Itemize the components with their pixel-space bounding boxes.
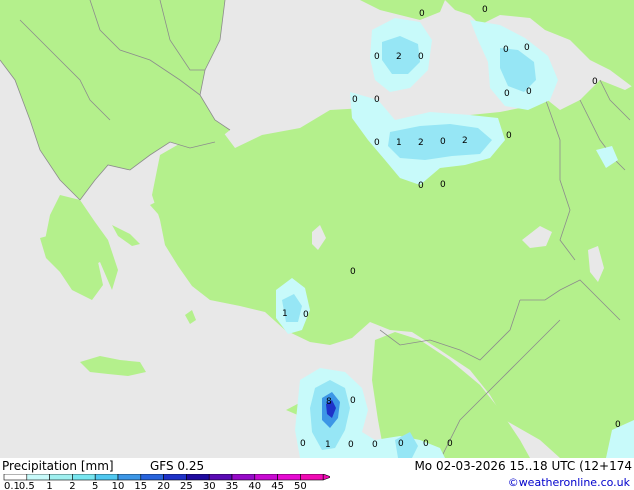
precipitation-map: 0 0 2 0 0 0 0 0 0 0 0 0 1 2 0 2 0 0 0 0 … xyxy=(0,0,634,458)
legend-labels: 0.10.5 1 2 5 10 15 20 25 30 35 40 45 50 xyxy=(4,481,307,490)
rain-label: 1 xyxy=(325,440,331,450)
legend-swatches xyxy=(3,474,330,481)
rain-label: 0 xyxy=(615,420,621,430)
legend-swatch xyxy=(163,474,187,481)
rain-label: 0 xyxy=(504,89,510,99)
precipitation-legend: 0.10.5 1 2 5 10 15 20 25 30 35 40 45 50 xyxy=(3,474,330,490)
legend-label: 50 xyxy=(294,481,307,490)
rain-label: 2 xyxy=(418,138,424,148)
legend-swatch xyxy=(254,474,278,481)
rain-label: 0 xyxy=(374,95,380,105)
rain-label: 0 xyxy=(348,440,354,450)
legend-swatch xyxy=(300,474,324,481)
legend-label: 2 xyxy=(69,481,75,490)
map-title: Precipitation [mm] xyxy=(2,459,114,473)
rain-label: 1 xyxy=(282,309,288,319)
legend-swatch xyxy=(208,474,233,481)
forecast-datetime: Mo 02-03-2026 15..18 UTC (12+174 xyxy=(414,459,632,473)
rain-label: 2 xyxy=(462,136,468,146)
legend-label: 40 xyxy=(248,481,261,490)
rain-label: 0 xyxy=(374,138,380,148)
rain-label: 0 xyxy=(418,181,424,191)
legend-label: 20 xyxy=(157,481,170,490)
rain-label: 0 xyxy=(419,9,425,19)
legend-swatch xyxy=(94,474,119,481)
legend-label: 30 xyxy=(203,481,216,490)
rain-label: 0 xyxy=(524,43,530,53)
legend-label: 0.1 xyxy=(4,481,20,490)
legend-label: 1 xyxy=(46,481,52,490)
rain-label: 0 xyxy=(418,52,424,62)
rain-label: 0 xyxy=(300,439,306,449)
legend-label: 35 xyxy=(226,481,239,490)
legend-swatch xyxy=(26,474,50,481)
rain-label: 0 xyxy=(482,5,488,15)
rain-label: 0 xyxy=(447,439,453,449)
rain-label: 0 xyxy=(398,439,404,449)
rain-label: 0 xyxy=(350,396,356,406)
legend-label: 45 xyxy=(271,481,284,490)
credit-link[interactable]: ©weatheronline.co.uk xyxy=(508,476,630,490)
rain-label: 0 xyxy=(440,180,446,190)
rain-label: 0 xyxy=(352,95,358,105)
rain-label: 0 xyxy=(372,440,378,450)
legend-label: 15 xyxy=(134,481,147,490)
legend-label: 25 xyxy=(180,481,193,490)
legend-swatch xyxy=(72,474,96,481)
legend-swatch xyxy=(186,474,210,481)
rain-label: 2 xyxy=(396,52,402,62)
legend-label: 0.5 xyxy=(19,481,35,490)
rain-label: 0 xyxy=(526,87,532,97)
rain-label: 0 xyxy=(374,52,380,62)
rain-label: 0 xyxy=(303,310,309,320)
rain-label: 8 xyxy=(326,397,332,407)
legend-swatch xyxy=(277,474,301,481)
legend-swatch xyxy=(231,474,256,481)
rain-label: 0 xyxy=(350,267,356,277)
rain-label: 0 xyxy=(440,137,446,147)
rain-label: 0 xyxy=(503,45,509,55)
legend-arrow xyxy=(322,474,330,481)
legend-swatch xyxy=(49,474,73,481)
legend-swatch xyxy=(3,474,28,481)
legend-label: 10 xyxy=(112,481,125,490)
weather-map-view: 0 0 2 0 0 0 0 0 0 0 0 0 1 2 0 2 0 0 0 0 … xyxy=(0,0,634,490)
rain-label: 0 xyxy=(506,131,512,141)
model-name: GFS 0.25 xyxy=(150,459,205,473)
rain-label: 1 xyxy=(396,138,402,148)
legend-swatch xyxy=(140,474,164,481)
legend-label: 5 xyxy=(92,481,98,490)
legend-swatch xyxy=(117,474,142,481)
rain-label: 0 xyxy=(592,77,598,87)
rain-label: 0 xyxy=(423,439,429,449)
